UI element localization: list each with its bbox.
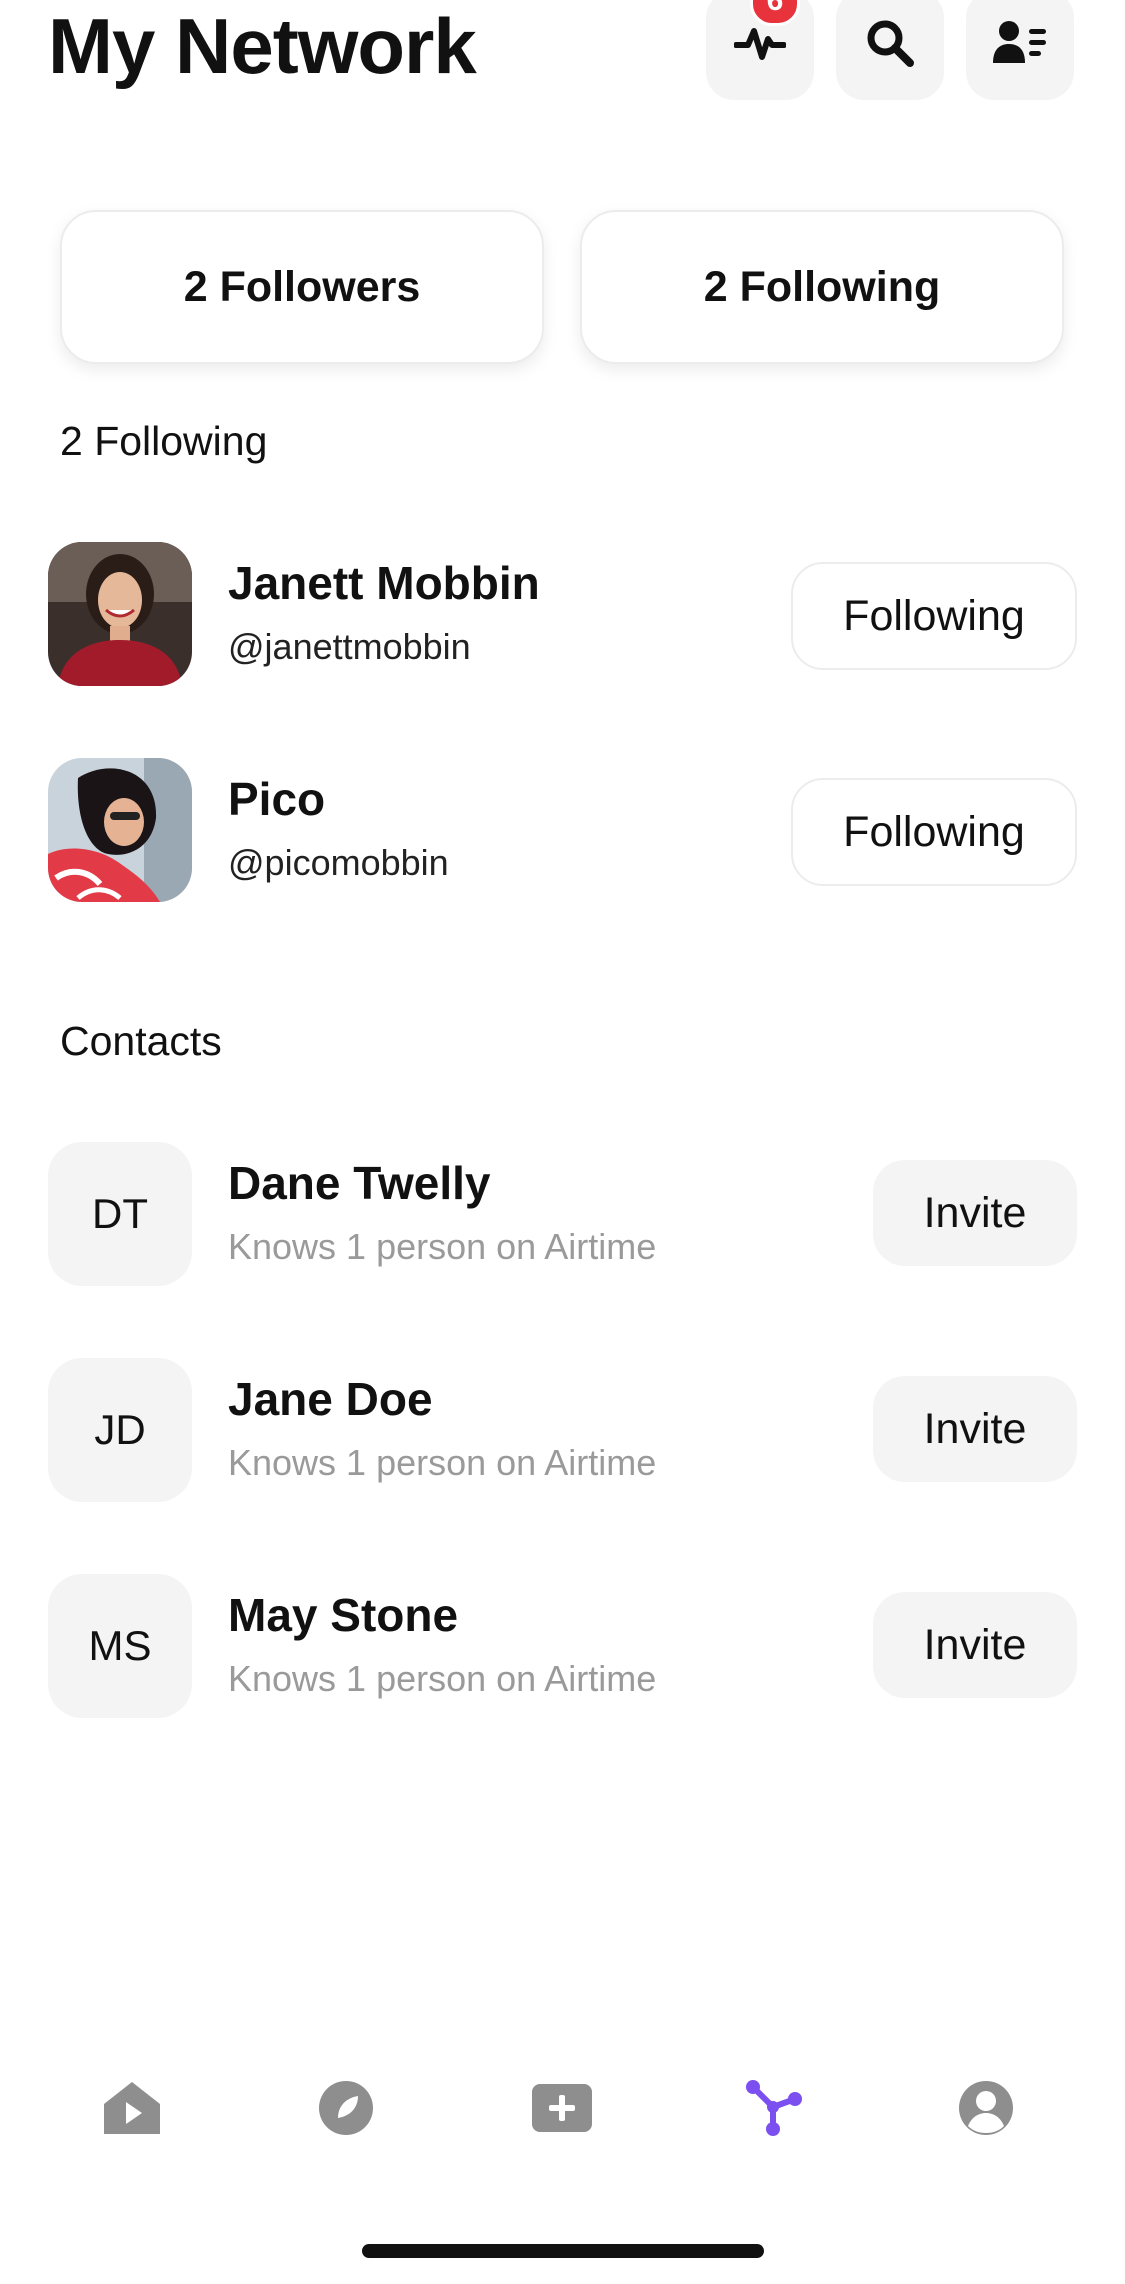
following-row[interactable]: Janett Mobbin @janettmobbin Following [0,542,1125,692]
following-section-label: 2 Following [60,418,268,464]
contact-subtitle: Knows 1 person on Airtime [228,1226,657,1267]
network-icon [743,2077,805,2144]
contact-name: Dane Twelly [228,1157,491,1209]
contacts-section-label: Contacts [60,1018,222,1064]
following-button[interactable]: Following [791,562,1077,670]
avatar [48,758,192,902]
activity-button[interactable]: 6 [706,0,814,100]
tab-profile[interactable] [946,2070,1026,2150]
tab-explore[interactable] [306,2070,386,2150]
avatar [48,542,192,686]
contact-initials: MS [48,1574,192,1718]
explore-icon [316,2078,376,2143]
user-handle: @picomobbin [228,842,449,883]
home-icon [100,2078,164,2143]
search-icon [864,17,916,74]
following-row[interactable]: Pico @picomobbin Following [0,758,1125,908]
tab-home[interactable] [92,2070,172,2150]
contact-initials: DT [48,1142,192,1286]
contact-initials: JD [48,1358,192,1502]
page-title: My Network [48,2,477,90]
invite-button[interactable]: Invite [873,1376,1077,1482]
followers-tab[interactable]: 2 Followers [60,210,544,364]
user-name: Janett Mobbin [228,557,540,609]
contact-subtitle: Knows 1 person on Airtime [228,1442,657,1483]
contact-row[interactable]: JD Jane Doe Knows 1 person on Airtime In… [0,1358,1125,1508]
home-indicator [362,2244,764,2258]
create-icon [531,2083,593,2138]
following-button[interactable]: Following [791,778,1077,886]
user-handle: @janettmobbin [228,626,471,667]
contact-name: Jane Doe [228,1373,433,1425]
contact-name: May Stone [228,1589,459,1641]
contact-subtitle: Knows 1 person on Airtime [228,1658,657,1699]
contacts-button[interactable] [966,0,1074,100]
following-tab[interactable]: 2 Following [580,210,1064,364]
activity-icon [733,21,787,70]
invite-button[interactable]: Invite [873,1592,1077,1698]
profile-icon [956,2078,1016,2143]
invite-button[interactable]: Invite [873,1160,1077,1266]
contact-row[interactable]: MS May Stone Knows 1 person on Airtime I… [0,1574,1125,1724]
tab-create[interactable] [522,2070,602,2150]
contacts-icon [992,19,1048,72]
tab-network[interactable] [734,2070,814,2150]
contact-row[interactable]: DT Dane Twelly Knows 1 person on Airtime… [0,1142,1125,1292]
user-name: Pico [228,773,326,825]
search-button[interactable] [836,0,944,100]
